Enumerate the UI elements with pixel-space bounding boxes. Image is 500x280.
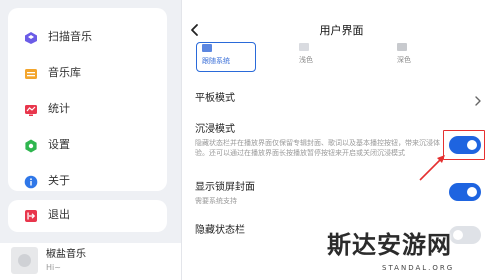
immersive-mode-title: 沉浸模式 bbox=[195, 124, 235, 135]
sidebar-item-settings[interactable]: 设置 bbox=[8, 128, 167, 164]
sidebar-item-scan-music[interactable]: 扫描音乐 bbox=[8, 20, 167, 56]
hide-status-bar-title: 隐藏状态栏 bbox=[195, 225, 245, 236]
watermark-subtext: STANDAL.ORG bbox=[382, 264, 455, 272]
album-disc-icon bbox=[18, 254, 31, 267]
exit-label: 退出 bbox=[48, 208, 70, 221]
sidebar-item-label: 设置 bbox=[48, 138, 70, 151]
exit-icon bbox=[24, 208, 38, 222]
sidebar-item-label: 统计 bbox=[48, 102, 70, 115]
watermark: 斯达安游网 STANDAL.ORG bbox=[302, 222, 494, 280]
chevron-right-icon[interactable] bbox=[474, 92, 482, 106]
sidebar-item-about[interactable]: 关于 bbox=[8, 164, 167, 200]
song-artist: Hi~ bbox=[46, 263, 61, 272]
lock-screen-cover-description: 需要系统支持 bbox=[195, 197, 237, 205]
sidebar-item-statistics[interactable]: 统计 bbox=[8, 92, 167, 128]
tablet-mode-title[interactable]: 平板模式 bbox=[195, 92, 235, 105]
theme-thumbnail bbox=[202, 44, 212, 52]
sidebar-menu-card: 扫描音乐 音乐库 统计 设置 关于 bbox=[8, 8, 167, 191]
sidebar-item-exit[interactable]: 退出 bbox=[8, 198, 167, 234]
statistics-icon bbox=[24, 102, 38, 116]
lock-screen-cover-toggle[interactable] bbox=[449, 183, 481, 201]
theme-option-dark[interactable]: 深色 bbox=[392, 42, 452, 72]
exit-button[interactable]: 退出 bbox=[8, 200, 167, 232]
lock-screen-cover-title: 显示锁屏封面 bbox=[195, 182, 255, 193]
theme-thumbnail bbox=[299, 43, 309, 51]
sidebar: 扫描音乐 音乐库 统计 设置 关于 退出 椒盐音乐 Hi~ bbox=[0, 0, 181, 280]
theme-label: 深色 bbox=[397, 56, 411, 64]
info-icon bbox=[24, 174, 38, 189]
album-art[interactable] bbox=[11, 247, 38, 274]
scan-music-icon bbox=[24, 30, 38, 44]
song-title: 椒盐音乐 bbox=[46, 249, 86, 260]
toggle-knob bbox=[467, 187, 477, 197]
gear-icon bbox=[24, 138, 38, 153]
immersive-mode-description: 隐藏状态栏并在播放界面仅保留专辑封面、歌词以及基本播控按钮，带来沉浸体验。还可以… bbox=[195, 139, 440, 157]
page-title: 用户界面 bbox=[319, 24, 364, 37]
sidebar-item-label: 音乐库 bbox=[48, 66, 81, 79]
sidebar-item-label: 扫描音乐 bbox=[48, 30, 92, 43]
sidebar-item-music-library[interactable]: 音乐库 bbox=[8, 56, 167, 92]
watermark-text: 斯达安游网 bbox=[327, 230, 452, 259]
theme-label: 浅色 bbox=[299, 56, 313, 64]
theme-label: 跟随系统 bbox=[202, 57, 230, 65]
theme-option-system[interactable]: 跟随系统 bbox=[196, 42, 256, 72]
theme-thumbnail bbox=[397, 43, 407, 51]
sidebar-item-label: 关于 bbox=[48, 174, 70, 187]
annotation-arrow-icon bbox=[419, 155, 445, 181]
music-library-icon bbox=[24, 66, 38, 80]
theme-option-light[interactable]: 浅色 bbox=[294, 42, 354, 72]
